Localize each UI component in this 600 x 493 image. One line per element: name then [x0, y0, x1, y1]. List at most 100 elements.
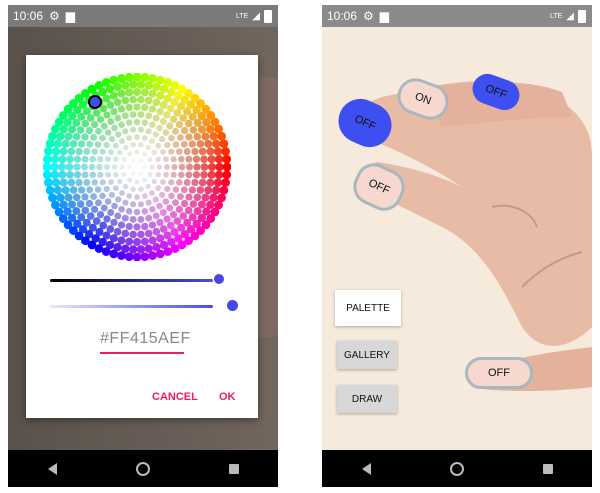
color-wheel-dot[interactable] — [222, 162, 231, 172]
color-wheel-dot[interactable] — [45, 139, 55, 149]
color-wheel-dot[interactable] — [144, 96, 153, 105]
color-wheel-dot[interactable] — [75, 147, 83, 156]
color-wheel-dot[interactable] — [117, 105, 126, 113]
color-wheel-dot[interactable] — [173, 217, 182, 225]
color-wheel-dot[interactable] — [219, 139, 229, 149]
color-wheel-dot[interactable] — [188, 140, 197, 148]
color-wheel-dot[interactable] — [172, 127, 179, 135]
color-wheel-dot[interactable] — [175, 205, 184, 214]
color-wheel-dot[interactable] — [114, 212, 122, 220]
color-wheel-dot[interactable] — [51, 147, 61, 156]
color-wheel-dot[interactable] — [166, 122, 174, 130]
color-wheel-dot[interactable] — [222, 170, 231, 180]
lightness-slider[interactable] — [50, 279, 213, 282]
color-wheel-dot[interactable] — [191, 147, 199, 156]
color-wheel-dot[interactable] — [183, 148, 191, 155]
color-wheel-dot[interactable] — [142, 164, 147, 170]
color-wheel-dot[interactable] — [115, 196, 122, 203]
color-wheel-dot[interactable] — [133, 238, 141, 246]
color-wheel-dot[interactable] — [81, 155, 89, 163]
color-wheel-dot[interactable] — [140, 237, 149, 246]
color-wheel-dot[interactable] — [168, 148, 175, 155]
color-wheel-dot[interactable] — [88, 163, 96, 171]
color-wheel-dot[interactable] — [170, 171, 177, 178]
color-wheel-dot[interactable] — [90, 205, 99, 214]
color-wheel-dot[interactable] — [130, 186, 136, 192]
color-wheel-dot[interactable] — [129, 230, 137, 239]
color-wheel-dot[interactable] — [126, 193, 133, 199]
color-wheel-dot[interactable] — [118, 206, 125, 213]
color-wheel-dot[interactable] — [77, 186, 86, 194]
color-wheel-dot[interactable] — [209, 132, 218, 141]
color-wheel-dot[interactable] — [156, 202, 163, 210]
color-wheel-dot[interactable] — [121, 171, 127, 178]
color-wheel-dot[interactable] — [152, 114, 160, 122]
color-wheel-dot[interactable] — [73, 171, 82, 179]
color-wheel-dot[interactable] — [178, 155, 185, 163]
color-wheel-dot[interactable] — [136, 245, 146, 254]
color-wheel-dot[interactable] — [72, 118, 81, 127]
color-wheel-dot[interactable] — [148, 105, 157, 113]
color-wheel-dot[interactable] — [178, 171, 185, 179]
color-wheel-dot[interactable] — [81, 206, 90, 215]
color-wheel-dot[interactable] — [152, 196, 159, 203]
color-wheel-dot[interactable] — [172, 186, 180, 193]
color-wheel-dot[interactable] — [213, 147, 223, 156]
color-wheel-dot[interactable] — [107, 118, 115, 125]
color-wheel-dot[interactable] — [121, 214, 129, 222]
color-wheel-dot[interactable] — [188, 186, 197, 194]
color-wheel-dot[interactable] — [156, 164, 163, 170]
color-wheel-dot[interactable] — [219, 185, 229, 195]
color-wheel-dot[interactable] — [68, 125, 76, 134]
color-wheel-dot[interactable] — [124, 73, 134, 82]
color-wheel-dot[interactable] — [180, 126, 189, 135]
color-wheel-dot[interactable] — [97, 171, 104, 178]
color-wheel-dot[interactable] — [193, 207, 202, 216]
color-wheel-dot[interactable] — [108, 179, 114, 185]
color-wheel-dot[interactable] — [172, 199, 179, 207]
color-wheel-dot[interactable] — [95, 199, 102, 207]
color-wheel-dot[interactable] — [68, 200, 76, 209]
color-wheel-dot[interactable] — [155, 185, 162, 192]
color-wheel-dot[interactable] — [149, 138, 155, 144]
color-wheel-dot[interactable] — [163, 111, 171, 119]
color-wheel-dot[interactable] — [147, 171, 153, 178]
color-wheel-dot[interactable] — [212, 139, 221, 148]
color-wheel-dot[interactable] — [214, 170, 224, 179]
color-wheel-dot[interactable] — [125, 103, 133, 112]
color-wheel-dot[interactable] — [108, 149, 114, 155]
color-wheel-dot[interactable] — [100, 122, 108, 130]
color-wheel-dot[interactable] — [77, 140, 86, 148]
color-wheel-dot[interactable] — [97, 156, 104, 163]
color-wheel-dot[interactable] — [204, 186, 213, 195]
color-wheel-dot[interactable] — [160, 179, 166, 185]
color-wheel-dot[interactable] — [145, 214, 153, 222]
color-wheel-dot[interactable] — [104, 198, 112, 205]
hex-color-input[interactable]: #FF415AEF — [100, 330, 190, 354]
color-wheel-dot[interactable] — [149, 206, 156, 213]
back-icon[interactable] — [361, 462, 371, 475]
color-wheel-dot[interactable] — [141, 151, 148, 157]
color-wheel-dot[interactable] — [99, 192, 106, 200]
color-wheel-dot[interactable] — [44, 178, 53, 187]
color-wheel-dot[interactable] — [50, 170, 60, 179]
color-wheel-dot[interactable] — [141, 222, 149, 231]
color-wheel-dot[interactable] — [103, 141, 110, 149]
color-wheel-dot[interactable] — [168, 134, 175, 142]
palette-button[interactable]: PALETTE — [335, 290, 401, 326]
color-wheel-dot[interactable] — [64, 193, 73, 202]
lightness-slider-thumb[interactable] — [214, 274, 224, 284]
color-wheel-dot[interactable] — [176, 179, 183, 186]
color-wheel-dot[interactable] — [133, 88, 141, 96]
color-wheel-dot[interactable] — [137, 215, 145, 223]
nail-thumb[interactable]: OFF — [465, 357, 533, 389]
color-wheel-dot[interactable] — [137, 230, 145, 239]
color-wheel-dot[interactable] — [53, 139, 62, 148]
color-wheel-dot[interactable] — [113, 227, 122, 236]
color-wheel-dot[interactable] — [212, 186, 221, 195]
color-wheel-dot[interactable] — [132, 252, 142, 261]
color-wheel-dot[interactable] — [103, 215, 111, 223]
color-wheel-dot[interactable] — [112, 142, 119, 149]
color-wheel-dot[interactable] — [65, 163, 74, 171]
color-wheel-dot[interactable] — [156, 124, 163, 132]
